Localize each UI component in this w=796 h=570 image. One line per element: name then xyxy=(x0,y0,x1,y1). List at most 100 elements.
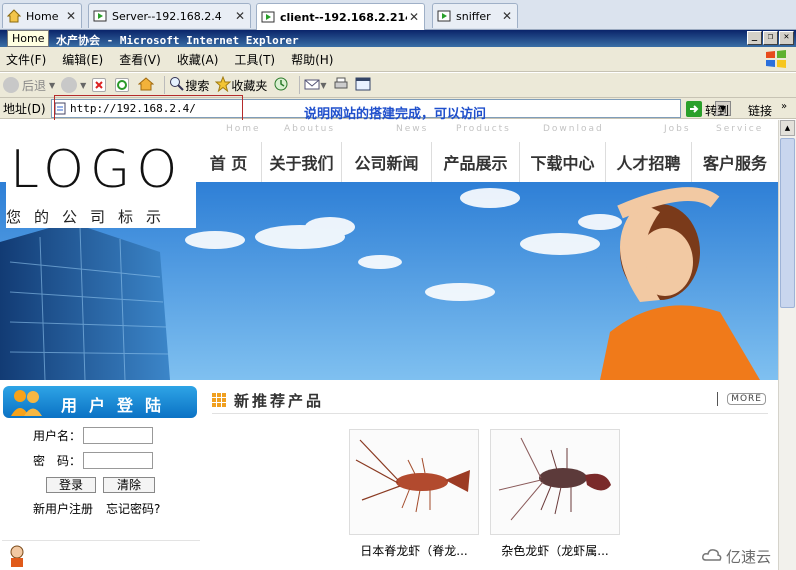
menu-file[interactable]: 文件(F) xyxy=(6,51,46,68)
product-card[interactable] xyxy=(490,429,620,535)
close-icon[interactable]: ✕ xyxy=(64,9,78,23)
back-button[interactable]: 后退 ▼ xyxy=(3,77,55,94)
chevron-down-icon: ▼ xyxy=(80,80,87,90)
go-arrow-icon xyxy=(686,101,702,120)
menu-edit[interactable]: 编辑(E) xyxy=(62,51,103,68)
edit-icon xyxy=(355,76,371,95)
stop-button[interactable] xyxy=(92,78,109,92)
vertical-scrollbar[interactable]: ▲ xyxy=(778,120,796,570)
products-title: 新推荐产品 xyxy=(234,392,325,410)
refresh-icon xyxy=(115,78,130,92)
address-label: 地址(D) xyxy=(3,101,46,116)
print-icon xyxy=(333,76,349,95)
site-logo[interactable]: LOGO 您的公司标示 xyxy=(6,140,196,228)
home-icon xyxy=(7,9,21,23)
menu-bar: 文件(F) 编辑(E) 查看(V) 收藏(A) 工具(T) 帮助(H) xyxy=(0,47,796,72)
vm-tab-home[interactable]: Home ✕ xyxy=(2,3,82,28)
register-link[interactable]: 新用户注册 xyxy=(33,500,93,517)
print-button[interactable] xyxy=(333,76,349,95)
home-icon xyxy=(137,76,155,95)
windows-logo-icon xyxy=(766,50,786,68)
nav-news[interactable]: 公司新闻 xyxy=(342,142,432,182)
star-icon xyxy=(215,75,232,95)
lobster-image xyxy=(350,430,478,534)
products-header: 新推荐产品 MORE xyxy=(212,384,768,414)
close-icon[interactable]: ✕ xyxy=(407,10,421,24)
watermark: 亿速云 xyxy=(702,546,771,567)
chevron-right-icon[interactable]: » xyxy=(781,101,787,112)
ie-title-bar: 水产协会 - Microsoft Internet Explorer _ ❐ ✕ xyxy=(0,30,796,47)
vm-tab-client[interactable]: client--192.168.2.214 ✕ xyxy=(256,3,425,30)
chevron-down-icon: ▼ xyxy=(49,80,56,90)
url-highlight-box xyxy=(54,95,243,122)
menu-favorites[interactable]: 收藏(A) xyxy=(177,51,219,68)
search-icon xyxy=(169,76,185,95)
users-icon xyxy=(9,388,45,420)
password-input[interactable] xyxy=(83,452,154,469)
divider xyxy=(717,392,718,406)
menu-help[interactable]: 帮助(H) xyxy=(291,51,333,68)
scroll-thumb[interactable] xyxy=(780,138,795,308)
vm-tab-strip: Home ✕ Server--192.168.2.4 ✕ client--192… xyxy=(0,0,796,30)
links-button[interactable]: 链接 xyxy=(748,102,772,119)
refresh-button[interactable] xyxy=(115,78,132,92)
login-button[interactable]: 登录 xyxy=(46,477,96,493)
forward-button[interactable]: ▼ xyxy=(61,77,86,93)
edit-button[interactable] xyxy=(355,76,371,95)
sidebar-footer xyxy=(2,540,200,570)
nav-jobs[interactable]: 人才招聘 xyxy=(606,142,692,182)
close-icon[interactable]: ✕ xyxy=(233,9,247,23)
cloud-logo-icon xyxy=(702,547,722,567)
nav-about[interactable]: 关于我们 xyxy=(262,142,342,182)
forgot-password-link[interactable]: 忘记密码? xyxy=(106,500,160,517)
search-button[interactable]: 搜索 xyxy=(169,76,209,95)
close-button[interactable]: ✕ xyxy=(779,31,794,45)
lobster-image xyxy=(491,430,619,534)
toolbar-divider xyxy=(299,76,301,94)
close-icon[interactable]: ✕ xyxy=(500,9,514,23)
menu-view[interactable]: 查看(V) xyxy=(119,51,161,68)
stop-icon xyxy=(92,78,107,92)
tooltip: Home xyxy=(7,30,50,47)
toolbar-divider xyxy=(164,76,166,94)
go-button[interactable]: 转到 xyxy=(686,101,729,120)
product-name[interactable]: 日本脊龙虾（脊龙... xyxy=(344,542,484,559)
scroll-up-button[interactable]: ▲ xyxy=(780,120,795,136)
mail-icon xyxy=(304,76,320,95)
history-button[interactable] xyxy=(273,76,289,95)
nav-download[interactable]: 下载中心 xyxy=(520,142,606,182)
nav-products[interactable]: 产品展示 xyxy=(432,142,520,182)
address-bar: 地址(D) http://192.168.2.4/ 说明网站的搭建完成，可以访问… xyxy=(0,95,796,122)
history-icon xyxy=(273,76,289,95)
home-button[interactable] xyxy=(137,76,155,95)
toolbar: 后退 ▼ ▼ 搜索 收藏夹 ▼ xyxy=(0,73,796,97)
vm-tab-sniffer[interactable]: sniffer ✕ xyxy=(432,3,518,28)
product-name[interactable]: 杂色龙虾（龙虾属... xyxy=(485,542,625,559)
more-link[interactable]: MORE xyxy=(727,393,766,405)
mail-button[interactable]: ▼ xyxy=(304,76,327,95)
product-card[interactable] xyxy=(349,429,479,535)
login-header: 用户登陆 xyxy=(3,386,197,418)
nav-home[interactable]: 首 页 xyxy=(196,142,262,182)
password-row: 密 码： xyxy=(33,452,154,469)
username-input[interactable] xyxy=(83,427,154,444)
vm-icon xyxy=(437,9,451,23)
grid-icon xyxy=(212,393,226,410)
forward-arrow-icon xyxy=(61,77,78,93)
back-arrow-icon xyxy=(3,77,19,93)
vm-icon xyxy=(93,9,107,23)
site-nav: 首 页 关于我们 公司新闻 产品展示 下载中心 人才招聘 客户服务 xyxy=(196,142,778,182)
menu-tools[interactable]: 工具(T) xyxy=(234,51,275,68)
mascot-icon xyxy=(8,545,26,570)
restore-button[interactable]: ❐ xyxy=(763,31,778,45)
chevron-down-icon: ▼ xyxy=(320,80,327,90)
username-row: 用户名： xyxy=(33,427,154,444)
vm-tab-server[interactable]: Server--192.168.2.4 ✕ xyxy=(88,3,251,28)
nav-service[interactable]: 客户服务 xyxy=(692,142,778,182)
favorites-button[interactable]: 收藏夹 xyxy=(215,75,267,95)
web-page: Home Aboutus News Products Download Jobs… xyxy=(0,120,778,570)
clear-button[interactable]: 清除 xyxy=(103,477,155,493)
window-title: 水产协会 - Microsoft Internet Explorer xyxy=(56,34,299,47)
vm-icon xyxy=(261,10,275,24)
minimize-button[interactable]: _ xyxy=(747,31,762,45)
